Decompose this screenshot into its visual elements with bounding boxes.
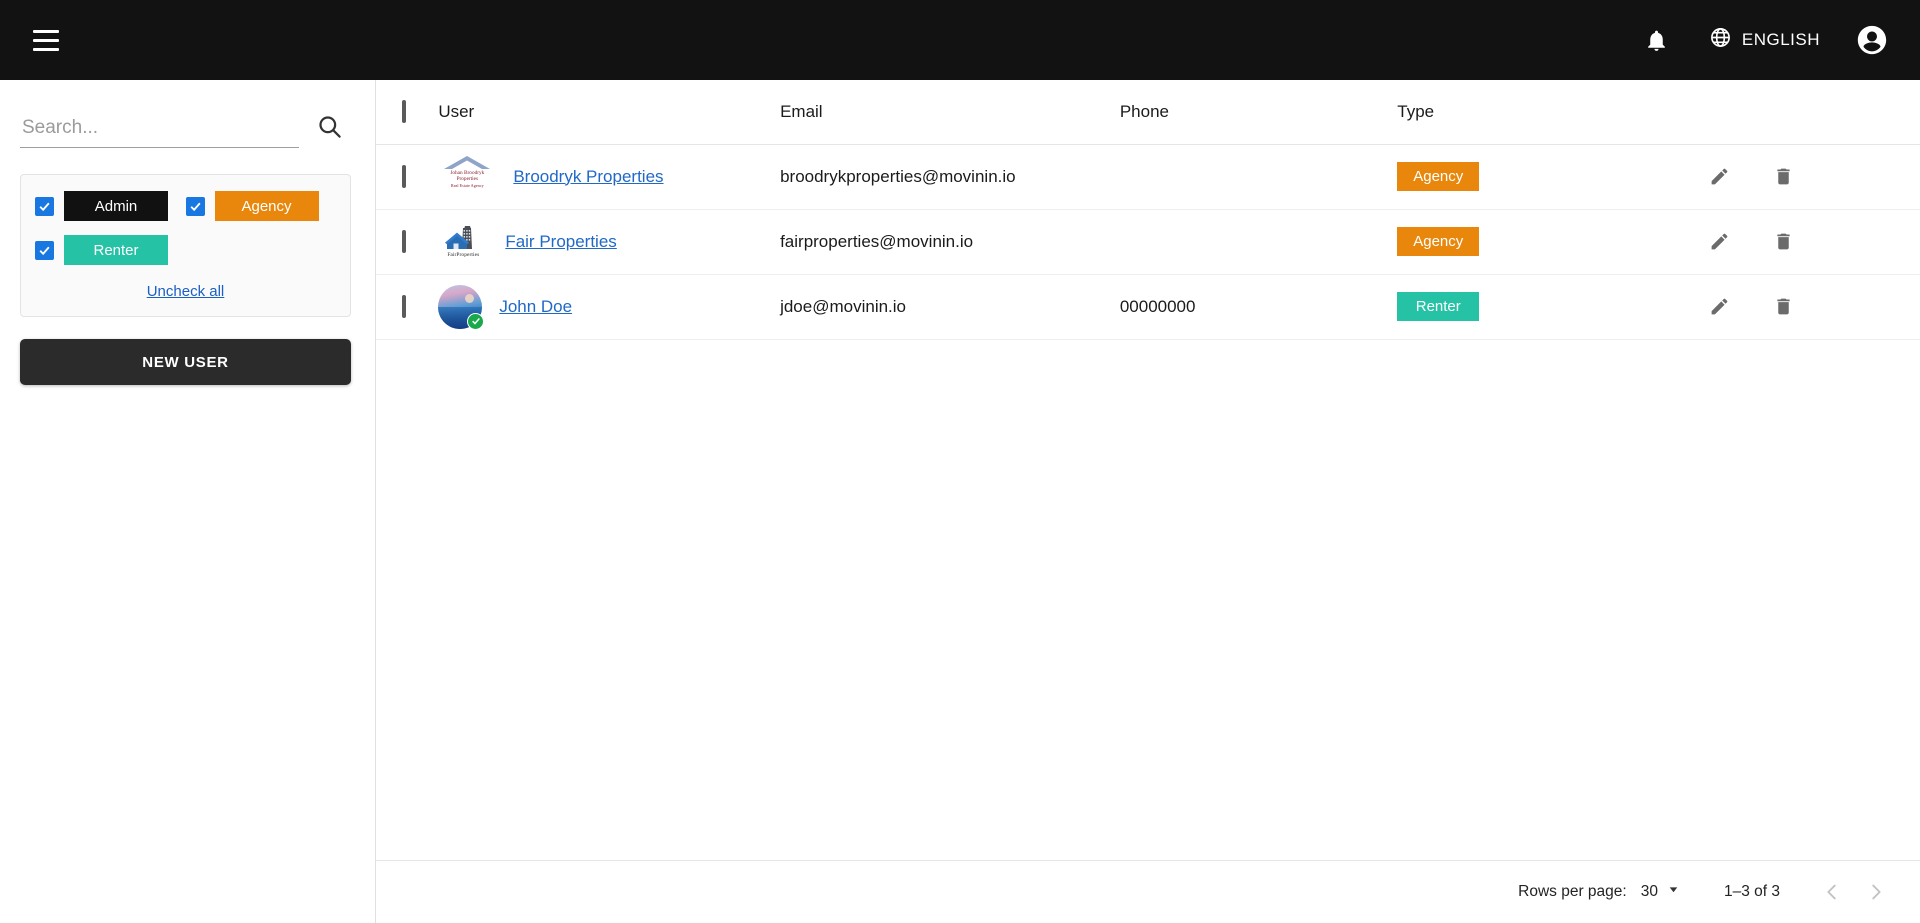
chip-label-agency: Agency [214, 191, 319, 221]
row-user-cell: John Doe [438, 274, 781, 340]
table-head: User Email Phone Type [376, 80, 1920, 145]
table-row: Johan Broodryk Properties Real Estate Ag… [376, 144, 1920, 210]
language-selector[interactable]: ENGLISH [1703, 18, 1826, 62]
search-input[interactable] [20, 111, 299, 148]
table-row: John Doe jdoe@movinin.io 00000000 Renter [376, 274, 1920, 340]
chevron-left-icon[interactable] [1810, 870, 1854, 914]
table-row: FairProperties Fair Properties fairprope… [376, 209, 1920, 275]
main-content: User Email Phone Type Johan Broodryk Pro… [376, 80, 1920, 923]
row-phone-cell [1119, 144, 1398, 210]
language-label: ENGLISH [1741, 30, 1820, 49]
rows-per-page-value: 30 [1640, 883, 1658, 900]
hamburger-menu-icon[interactable] [18, 12, 74, 68]
user-name-link[interactable]: Fair Properties [505, 232, 616, 252]
filter-chip-grid: Admin Agency Renter [35, 191, 336, 265]
avatar: FairProperties [438, 220, 488, 264]
pagination-bar: Rows per page: 30 1–3 of 3 [376, 860, 1920, 923]
row-type-cell: Agency [1397, 144, 1699, 210]
row-checkbox[interactable] [402, 294, 406, 318]
users-table-area: User Email Phone Type Johan Broodryk Pro… [376, 80, 1920, 860]
select-all-checkbox[interactable] [402, 99, 406, 123]
avatar: Johan Broodryk Properties Real Estate Ag… [438, 154, 497, 199]
filter-item-renter[interactable]: Renter [35, 235, 186, 265]
row-select-cell [376, 274, 439, 340]
rows-per-page-label: Rows per page: [1518, 883, 1627, 900]
row-type-cell: Renter [1397, 274, 1699, 340]
chip-label-admin: Admin [64, 191, 168, 221]
trash-icon[interactable] [1767, 225, 1801, 259]
pencil-icon[interactable] [1703, 225, 1737, 259]
row-select-cell [376, 144, 439, 210]
row-actions-cell [1698, 274, 1920, 340]
logo-text: FairProperties [447, 252, 480, 258]
account-circle-icon[interactable] [1848, 16, 1896, 64]
table-body: Johan Broodryk Properties Real Estate Ag… [376, 144, 1920, 340]
globe-icon [1709, 26, 1732, 54]
header-actions: ENGLISH [1633, 16, 1896, 64]
roof-shape-icon [444, 155, 491, 169]
avatar [438, 284, 485, 330]
uncheck-all-row: Uncheck all [35, 283, 336, 300]
trash-icon[interactable] [1767, 290, 1801, 324]
status-badge: Agency [1397, 162, 1480, 191]
search-icon[interactable] [307, 104, 351, 148]
sidebar: Admin Agency Ren [0, 80, 376, 923]
chevron-right-icon[interactable] [1854, 870, 1898, 914]
pencil-icon[interactable] [1703, 290, 1737, 324]
logo-text-line3: Real Estate Agency [450, 183, 484, 188]
app-header: ENGLISH [0, 0, 1920, 80]
column-header-user[interactable]: User [438, 80, 781, 145]
rows-per-page-select[interactable]: 30 [1641, 883, 1680, 901]
users-table: User Email Phone Type Johan Broodryk Pro… [376, 80, 1920, 340]
chip-label-renter: Renter [64, 235, 168, 265]
logo-text-line2: Properties [456, 175, 479, 182]
row-user-cell: Johan Broodryk Properties Real Estate Ag… [438, 144, 781, 210]
column-header-phone[interactable]: Phone [1119, 80, 1398, 145]
table-header-row: User Email Phone Type [376, 80, 1920, 145]
row-select-cell [376, 209, 439, 275]
new-user-button[interactable]: NEW USER [20, 339, 351, 385]
page-body: Admin Agency Ren [0, 80, 1920, 923]
user-name-link[interactable]: Broodryk Properties [513, 167, 663, 187]
building-house-icon [445, 226, 473, 249]
row-email-cell: fairproperties@movinin.io [780, 209, 1120, 275]
search-bar [20, 104, 351, 148]
row-phone-cell: 00000000 [1119, 274, 1398, 340]
column-header-type[interactable]: Type [1397, 80, 1699, 145]
column-header-actions [1698, 80, 1920, 145]
row-phone-cell [1119, 209, 1398, 275]
select-all-header [376, 80, 439, 145]
trash-icon[interactable] [1767, 160, 1801, 194]
pagination-range-label: 1–3 of 3 [1723, 883, 1780, 900]
sun-highlight [465, 293, 475, 303]
checkbox-renter[interactable] [35, 240, 54, 260]
row-actions-cell [1698, 144, 1920, 210]
bell-icon[interactable] [1633, 16, 1681, 64]
filter-item-agency[interactable]: Agency [185, 191, 337, 221]
user-name-link[interactable]: John Doe [499, 297, 572, 317]
checkbox-admin[interactable] [35, 196, 54, 216]
user-type-filter-card: Admin Agency Renter Uncheck all [20, 174, 351, 317]
status-badge: Renter [1397, 292, 1480, 321]
row-checkbox[interactable] [402, 164, 406, 188]
row-actions-cell [1698, 209, 1920, 275]
row-checkbox[interactable] [402, 229, 406, 253]
status-badge: Agency [1397, 227, 1480, 256]
chevron-down-icon [1667, 883, 1680, 901]
row-email-cell: broodrykproperties@movinin.io [780, 144, 1120, 210]
row-email-cell: jdoe@movinin.io [780, 274, 1120, 340]
row-user-cell: FairProperties Fair Properties [438, 209, 781, 275]
checkbox-agency[interactable] [185, 196, 205, 216]
pencil-icon[interactable] [1703, 160, 1737, 194]
column-header-email[interactable]: Email [780, 80, 1120, 145]
verified-badge-icon [467, 312, 485, 330]
row-type-cell: Agency [1397, 209, 1699, 275]
uncheck-all-link[interactable]: Uncheck all [147, 283, 225, 300]
filter-item-admin[interactable]: Admin [35, 191, 186, 221]
